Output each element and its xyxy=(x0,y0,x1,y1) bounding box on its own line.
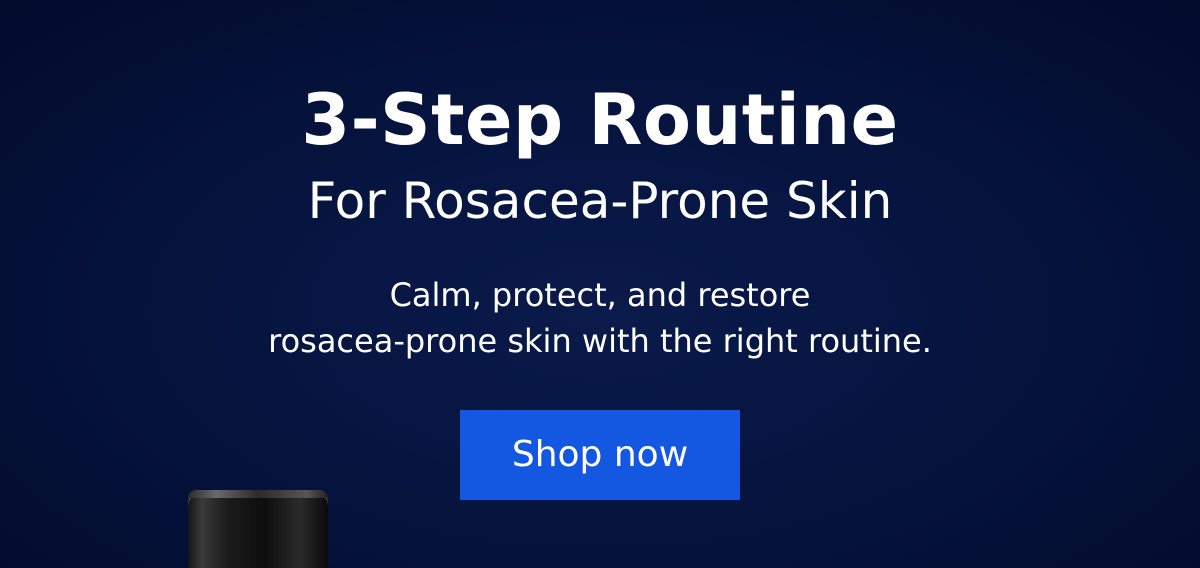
banner-title: 3-Step Routine xyxy=(301,79,899,161)
banner-description: Calm, protect, and restore rosacea-prone… xyxy=(0,272,1200,364)
shop-now-button[interactable]: Shop now xyxy=(460,410,740,500)
product-jar-image xyxy=(188,490,328,568)
description-line-2: rosacea-prone skin with the right routin… xyxy=(268,322,932,360)
jar-lid-rim xyxy=(188,490,328,498)
banner-subtitle: For Rosacea-Prone Skin xyxy=(307,172,893,230)
description-line-1: Calm, protect, and restore xyxy=(389,276,811,314)
promo-banner: 3-Step Routine For Rosacea-Prone Skin Ca… xyxy=(0,0,1200,568)
